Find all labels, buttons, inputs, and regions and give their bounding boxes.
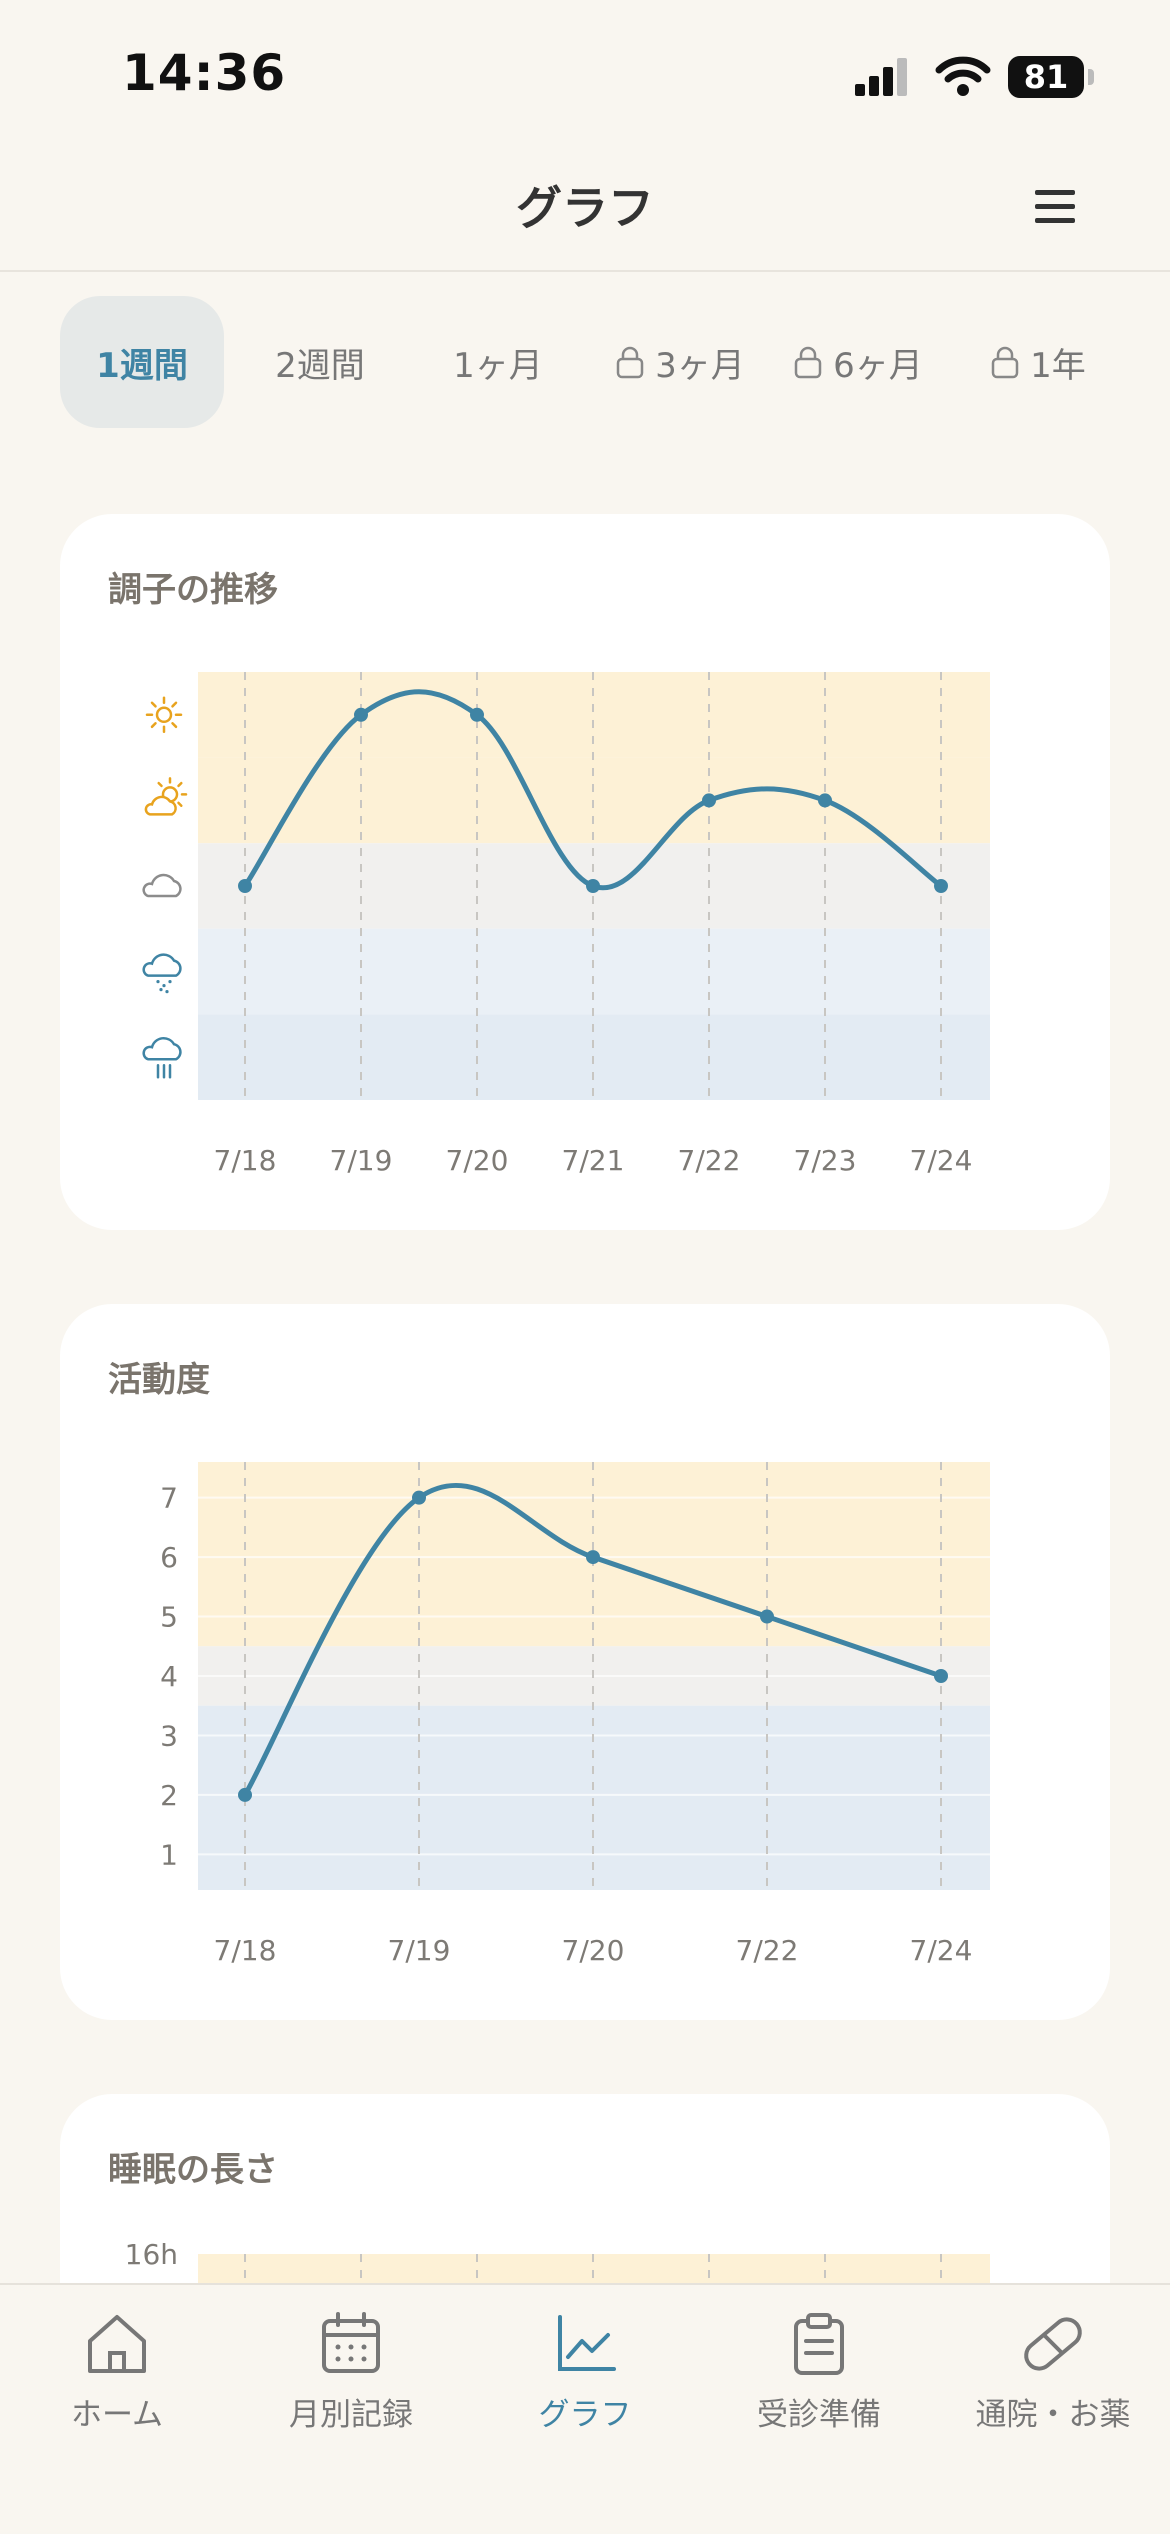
menu-icon[interactable]: [1030, 182, 1080, 232]
tab-1-week[interactable]: 1週間: [60, 296, 224, 428]
y-tick-label: 5: [160, 1601, 178, 1634]
condition-chart: 7/18 7/19 7/20 7/21 7/22 7/23 7/24: [142, 672, 990, 1177]
tab-2-weeks[interactable]: 2週間: [240, 296, 400, 428]
tab-label: 6ヶ月: [833, 345, 923, 386]
nav-label: 通院・お薬: [975, 2397, 1131, 2433]
nav-label: グラフ: [538, 2397, 632, 2433]
y-tick-label: 2: [160, 1779, 178, 1812]
data-point: [354, 707, 368, 722]
data-point: [470, 707, 484, 722]
activity-chart: 1 2 3 4 5 6 7 7/18 7/19 7/20 7/22 7/24: [160, 1462, 990, 1967]
bottom-navigation: ホーム 月別記録 グラフ 受診準備 通院・お薬: [0, 2283, 1170, 2534]
status-bar: 14:36 81: [0, 0, 1170, 150]
chart-band: [198, 928, 990, 1015]
lock-icon: [991, 346, 1019, 379]
nav-visits-medicine[interactable]: 通院・お薬: [936, 2285, 1170, 2455]
data-point: [702, 793, 716, 808]
x-tick-label: 7/20: [562, 1934, 625, 1967]
nav-visit-prep[interactable]: 受診準備: [702, 2285, 936, 2455]
data-point: [238, 1787, 252, 1802]
tab-label: 1年: [1030, 345, 1086, 386]
tab-6-months[interactable]: 6ヶ月: [770, 296, 946, 428]
partly-sunny-icon: [144, 777, 188, 816]
sunny-icon: [145, 696, 183, 734]
nav-label: 受診準備: [757, 2397, 881, 2433]
battery-level: 81: [1008, 56, 1084, 98]
data-point: [818, 793, 832, 808]
x-tick-label: 7/19: [388, 1934, 451, 1967]
y-tick-label: 6: [160, 1541, 178, 1574]
home-icon: [88, 2315, 146, 2373]
data-point: [934, 879, 948, 893]
chart-band: [198, 672, 990, 758]
tab-label: 3ヶ月: [655, 345, 745, 386]
activity-chart-card: 活動度 1 2 3 4 5 6 7 7/18 7/19 7/20 7/22 7/24: [60, 1304, 1110, 2020]
clipboard-icon: [794, 2313, 844, 2375]
nav-label: 月別記録: [289, 2397, 413, 2433]
x-tick-label: 7/19: [330, 1144, 393, 1177]
wifi-icon: [935, 56, 991, 96]
x-tick-label: 7/20: [446, 1144, 509, 1177]
y-tick-label: 4: [160, 1660, 178, 1693]
tab-label: 1週間: [96, 345, 188, 386]
status-time: 14:36: [122, 44, 287, 102]
x-tick-label: 7/22: [678, 1144, 741, 1177]
x-tick-label: 7/22: [736, 1934, 799, 1967]
y-tick-label: 16h: [125, 2238, 178, 2271]
x-tick-label: 7/24: [910, 1144, 973, 1177]
nav-label: ホーム: [70, 2397, 164, 2433]
cloudy-icon: [142, 873, 182, 898]
y-tick-label: 3: [160, 1719, 178, 1752]
data-point: [412, 1490, 426, 1505]
tab-label: 2週間: [275, 345, 365, 386]
pill-icon: [1024, 2317, 1082, 2371]
period-tabs: 1週間 2週間 1ヶ月 3ヶ月 6ヶ月 1年: [0, 296, 1170, 430]
data-point: [586, 1550, 600, 1565]
x-tick-label: 7/21: [562, 1144, 625, 1177]
data-point: [238, 879, 252, 893]
x-tick-label: 7/24: [910, 1934, 973, 1967]
tab-label: 1ヶ月: [453, 345, 543, 386]
tab-1-year[interactable]: 1年: [968, 296, 1108, 428]
lock-icon: [794, 346, 822, 379]
y-tick-label: 1: [160, 1838, 178, 1871]
battery-tip: [1088, 69, 1094, 85]
calendar-icon: [322, 2312, 380, 2373]
tab-3-months[interactable]: 3ヶ月: [592, 296, 768, 428]
page-title: グラフ: [516, 181, 654, 235]
app-header: グラフ: [0, 150, 1170, 272]
data-point: [934, 1669, 948, 1683]
data-point: [760, 1609, 774, 1624]
signal-icon: [855, 58, 907, 96]
drizzle-icon: [142, 953, 182, 994]
y-tick-label: 7: [160, 1482, 178, 1515]
x-tick-label: 7/18: [214, 1934, 277, 1967]
tab-1-month[interactable]: 1ヶ月: [418, 296, 578, 428]
x-tick-label: 7/23: [794, 1144, 857, 1177]
condition-chart-card: 調子の推移 7/18 7/19 7/20 7/21 7/22 7/23 7/24: [60, 514, 1110, 1230]
nav-graph[interactable]: グラフ: [468, 2285, 702, 2455]
chart-icon: [558, 2315, 616, 2371]
nav-home[interactable]: ホーム: [0, 2285, 234, 2455]
x-tick-label: 7/18: [214, 1144, 277, 1177]
rain-icon: [142, 1037, 182, 1079]
data-point: [586, 879, 600, 893]
nav-monthly-records[interactable]: 月別記録: [234, 2285, 468, 2455]
lock-icon: [616, 346, 644, 379]
